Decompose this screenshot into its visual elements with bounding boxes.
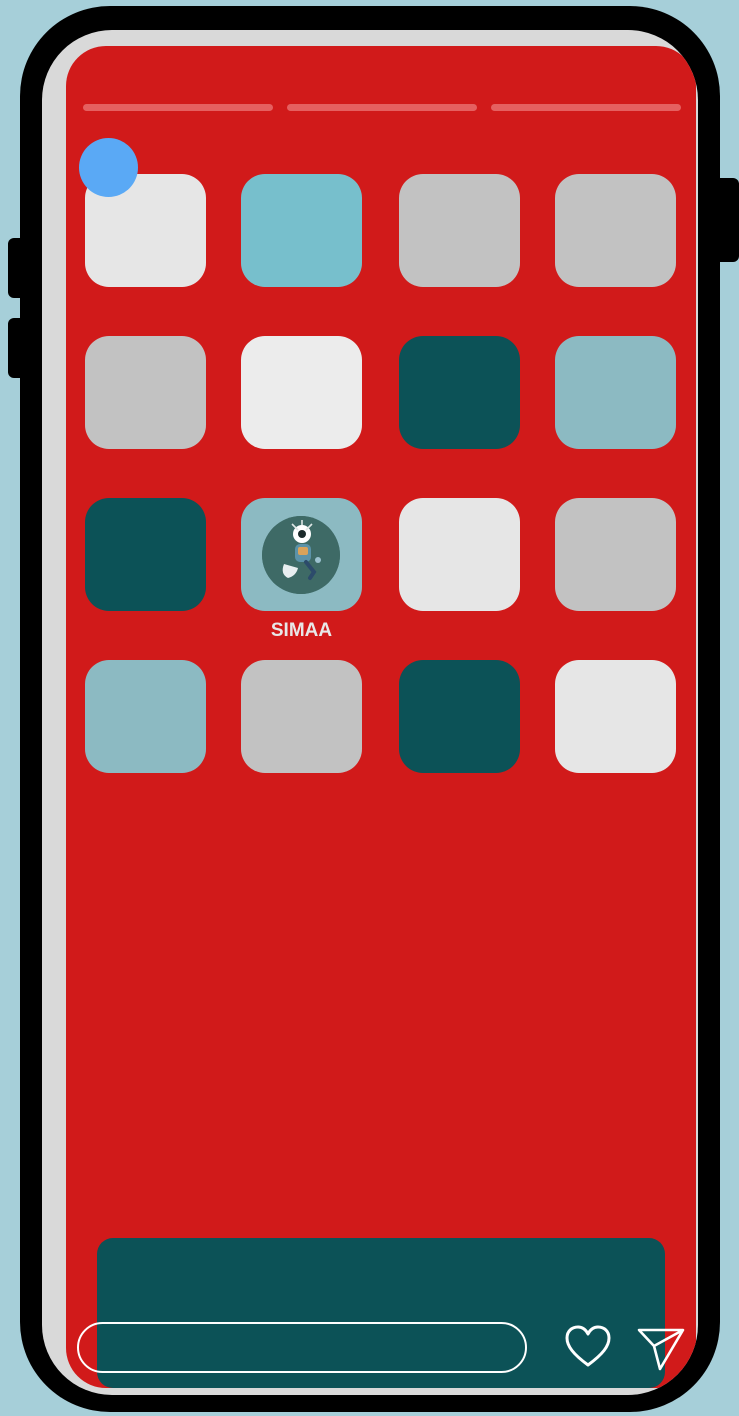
tile-2-2[interactable] bbox=[241, 336, 362, 449]
tile-3-4[interactable] bbox=[555, 498, 676, 611]
tile-4-4[interactable] bbox=[555, 660, 676, 773]
progress-segment bbox=[83, 104, 273, 111]
tile-4-2[interactable] bbox=[241, 660, 362, 773]
tile-2-1[interactable] bbox=[85, 336, 206, 449]
progress-segment bbox=[491, 104, 681, 111]
mockup-stage: SIMAA bbox=[0, 0, 739, 1416]
heart-icon[interactable] bbox=[563, 1324, 613, 1370]
tile-3-2[interactable] bbox=[241, 498, 362, 611]
phone-bezel: SIMAA bbox=[42, 30, 698, 1395]
simaa-app-icon bbox=[262, 516, 340, 594]
story-progress-bar bbox=[83, 104, 681, 111]
avatar[interactable] bbox=[79, 138, 138, 197]
send-icon[interactable] bbox=[636, 1326, 686, 1372]
tile-4-1[interactable] bbox=[85, 660, 206, 773]
tile-2-4[interactable] bbox=[555, 336, 676, 449]
tile-3-1[interactable] bbox=[85, 498, 206, 611]
story-screen: SIMAA bbox=[66, 46, 696, 1388]
progress-segment bbox=[287, 104, 477, 111]
app-label: SIMAA bbox=[270, 620, 333, 641]
tile-2-3[interactable] bbox=[399, 336, 520, 449]
phone-frame: SIMAA bbox=[20, 6, 720, 1412]
tile-1-4[interactable] bbox=[555, 174, 676, 287]
tile-1-2[interactable] bbox=[241, 174, 362, 287]
tile-3-3[interactable] bbox=[399, 498, 520, 611]
tile-4-3[interactable] bbox=[399, 660, 520, 773]
reply-input[interactable] bbox=[77, 1322, 527, 1373]
tile-1-3[interactable] bbox=[399, 174, 520, 287]
power-button bbox=[718, 178, 739, 262]
